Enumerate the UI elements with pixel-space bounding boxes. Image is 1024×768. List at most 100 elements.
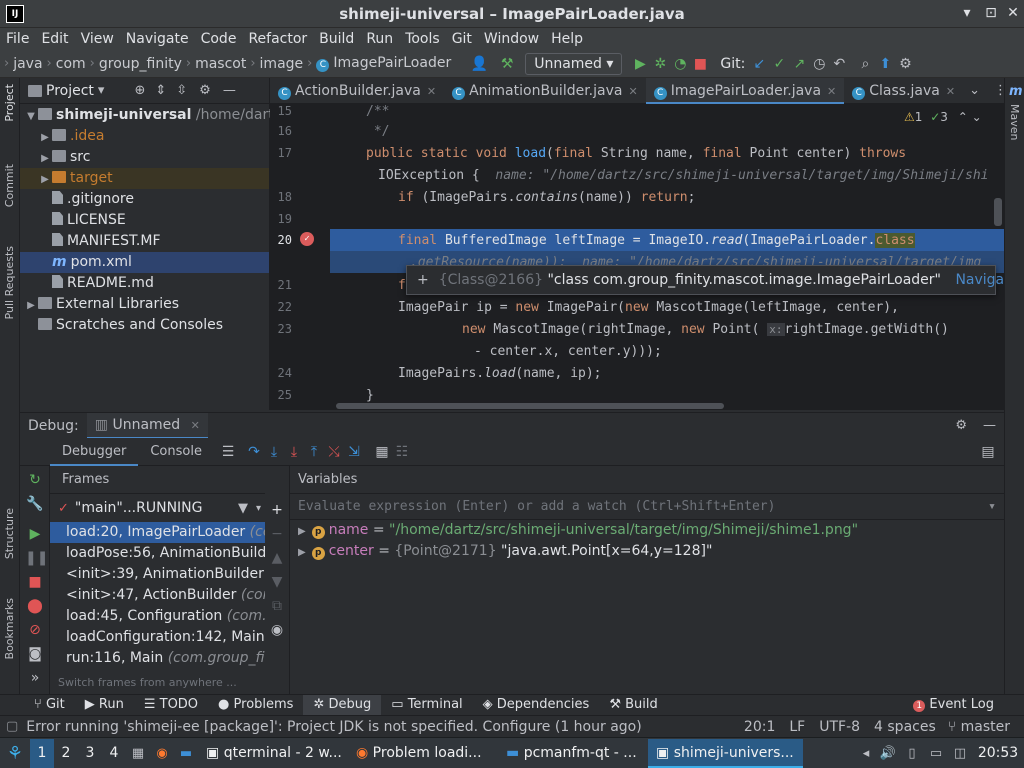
line-endings[interactable]: LF <box>789 719 805 735</box>
editor-vertical-scrollbar[interactable] <box>994 198 1002 226</box>
menu-file[interactable]: File <box>0 28 35 50</box>
frame-row[interactable]: loadConfiguration:142, Main (c <box>50 627 265 648</box>
watch-eye-icon[interactable]: ◉ <box>267 620 287 640</box>
network-icon[interactable]: ◫ <box>948 746 972 761</box>
tab-class[interactable]: C Class.java ✕ <box>844 78 963 104</box>
profile-icon[interactable]: ◔ <box>670 54 690 74</box>
caret-position[interactable]: 20:1 <box>744 719 775 735</box>
locate-icon[interactable]: ⊕ <box>134 83 145 98</box>
desktop-4[interactable]: 4 <box>102 739 126 768</box>
desktop-1[interactable]: 1 <box>30 738 54 768</box>
tree-item-scratches[interactable]: Scratches and Consoles <box>20 315 269 336</box>
chevron-up-icon[interactable]: ⌃ <box>958 110 968 124</box>
menu-window[interactable]: Window <box>478 28 545 50</box>
toolwindow-dependencies[interactable]: ◈ Dependencies <box>473 695 600 715</box>
firefox-icon[interactable]: ◉ <box>150 746 174 761</box>
volume-icon[interactable]: 🔊 <box>876 746 900 761</box>
chevron-right-icon[interactable]: ▶ <box>298 526 306 537</box>
rerun-icon[interactable]: ↻ <box>25 470 45 490</box>
thread-select[interactable]: ✓ "main"...RUNNING ▼ ▾ <box>50 494 265 522</box>
debug-bug-icon[interactable]: ✲ <box>650 54 670 74</box>
close-icon[interactable]: ✕ <box>1004 4 1022 22</box>
menu-code[interactable]: Code <box>195 28 243 50</box>
tree-root[interactable]: ▼ shimeji-universal /home/dartz <box>20 105 281 126</box>
settings-gear-icon[interactable]: ⚙ <box>895 54 915 74</box>
more-icon[interactable]: » <box>25 668 45 688</box>
maximize-icon[interactable]: ⊡ <box>982 4 1000 22</box>
tree-item-idea[interactable]: ▶ .idea <box>20 126 269 147</box>
frame-row[interactable]: <init>:39, AnimationBuilder (c <box>50 564 265 585</box>
task-pcmanfm[interactable]: ▬ pcmanfm-qt - ... <box>498 739 648 768</box>
build-hammer-icon[interactable]: ⚒ <box>497 54 517 74</box>
tree-item-pom[interactable]: m pom.xml <box>20 252 269 273</box>
hide-icon[interactable]: — <box>223 83 236 98</box>
project-view-select[interactable]: Project <box>46 83 94 99</box>
drop-frame-icon[interactable]: ⤯ <box>324 442 344 462</box>
tree-item-external-libraries[interactable]: ▶ External Libraries <box>20 294 269 315</box>
trace-icon[interactable]: ☷ <box>392 442 412 462</box>
chevron-down-icon[interactable]: ⌄ <box>969 83 980 98</box>
close-icon[interactable]: ✕ <box>827 85 836 98</box>
desktop-3[interactable]: 3 <box>78 739 102 768</box>
desktop-2[interactable]: 2 <box>54 739 78 768</box>
move-down-icon[interactable]: ▼ <box>267 572 287 592</box>
close-icon[interactable]: ✕ <box>946 85 955 98</box>
start-menu-icon[interactable]: ⚘ <box>0 743 30 764</box>
add-watch-icon[interactable]: + <box>267 500 287 520</box>
code-editor[interactable]: 15 16 17 18 19 20 21 22 23 24 25 ✓ /** *… <box>270 104 1004 410</box>
frame-row[interactable]: load:20, ImagePairLoader (com <box>50 522 265 543</box>
step-out-icon[interactable]: ⤒ <box>304 442 324 462</box>
evaluate-expression-input[interactable]: Evaluate expression (Enter) or add a wat… <box>290 494 1004 520</box>
search-icon[interactable]: ⌕ <box>855 54 875 74</box>
display-icon[interactable]: ▭ <box>924 746 948 761</box>
clock[interactable]: 20:53 <box>972 745 1024 761</box>
tab-animationbuilder[interactable]: C AnimationBuilder.java ✕ <box>444 78 646 104</box>
task-qterminal[interactable]: ▣ qterminal - 2 w... <box>198 739 348 768</box>
ide-update-icon[interactable]: ⬆ <box>875 54 895 74</box>
evaluate-icon[interactable]: ▦ <box>372 442 392 462</box>
tray-chevron-icon[interactable]: ◂ <box>856 746 876 761</box>
stop-icon[interactable]: ■ <box>690 54 710 74</box>
breadcrumb-com[interactable]: com <box>52 56 90 72</box>
step-over-icon[interactable]: ↷ <box>244 442 264 462</box>
gear-icon[interactable]: ⚙ <box>955 418 967 433</box>
debug-session-tab[interactable]: ▥ Unnamed ✕ <box>86 412 208 439</box>
file-manager-icon[interactable]: ▬ <box>174 746 198 761</box>
show-desktop-icon[interactable]: ▦ <box>126 746 150 761</box>
file-encoding[interactable]: UTF-8 <box>819 719 860 735</box>
git-branch-widget[interactable]: ⑂ master <box>948 719 1010 735</box>
view-breakpoints-icon[interactable]: ⬤ <box>25 596 45 616</box>
force-step-into-icon[interactable]: ⤓ <box>284 442 304 462</box>
maven-tool-tab[interactable]: Maven <box>1008 104 1021 140</box>
toolwindow-run[interactable]: ▶ Run <box>75 695 134 715</box>
wrench-icon[interactable]: 🔧 <box>25 494 45 514</box>
menu-run[interactable]: Run <box>360 28 399 50</box>
tree-item-manifest[interactable]: MANIFEST.MF <box>20 231 269 252</box>
remove-icon[interactable]: − <box>267 524 287 544</box>
mute-breakpoints-icon[interactable]: ⊘ <box>25 620 45 640</box>
frame-row[interactable]: loadPose:56, AnimationBuilder <box>50 543 265 564</box>
close-icon[interactable]: ✕ <box>427 85 436 98</box>
tree-item-license[interactable]: LICENSE <box>20 210 269 231</box>
tab-debugger[interactable]: Debugger <box>50 438 139 466</box>
frame-row[interactable]: load:45, Configuration (com.gr <box>50 606 265 627</box>
breadcrumb-image[interactable]: image <box>256 56 308 72</box>
toolwindow-terminal[interactable]: ▭ Terminal <box>381 695 472 715</box>
close-icon[interactable]: ✕ <box>191 419 200 432</box>
stop-icon[interactable]: ■ <box>25 572 45 592</box>
toolwindow-debug[interactable]: ✲ Debug <box>303 695 382 715</box>
menu-edit[interactable]: Edit <box>35 28 74 50</box>
run-configuration-select[interactable]: Unnamed ▾ <box>525 52 623 75</box>
toolwindow-build[interactable]: ⚒ Build <box>599 695 667 715</box>
project-tool-tab[interactable]: Project <box>3 84 16 122</box>
breadcrumb-java[interactable]: java <box>9 56 46 72</box>
git-commit-icon[interactable]: ✓ <box>769 54 789 74</box>
task-firefox[interactable]: ◉ Problem loadi... <box>348 739 498 768</box>
git-update-icon[interactable]: ↙ <box>749 54 769 74</box>
chevron-right-icon[interactable]: ▶ <box>298 547 306 558</box>
rollback-icon[interactable]: ↶ <box>829 54 849 74</box>
run-to-cursor-icon[interactable]: ⇲ <box>344 442 364 462</box>
hide-icon[interactable]: — <box>983 418 996 433</box>
collapse-all-icon[interactable]: ⇕ <box>155 83 166 98</box>
menu-refactor[interactable]: Refactor <box>242 28 313 50</box>
